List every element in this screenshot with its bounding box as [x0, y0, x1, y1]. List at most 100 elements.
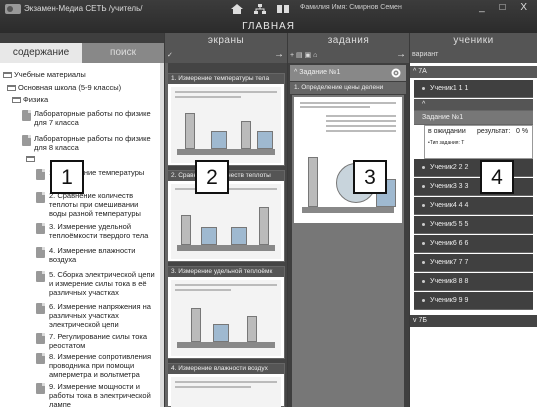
arrow-right-icon[interactable]: → — [396, 49, 406, 60]
tree-item-lab-4[interactable]: 4. Измерение влажности воздуха — [49, 246, 157, 264]
task-type: •Тип задания: Т — [428, 140, 465, 146]
folder-icon — [3, 72, 12, 79]
document-icon — [36, 169, 45, 180]
network-icon[interactable] — [253, 3, 267, 15]
tab-search[interactable]: поиск — [82, 43, 164, 63]
tree-item-lab-9[interactable]: 9. Измерение мощности и работы тока в эл… — [49, 382, 157, 407]
tree-label: Учебные материалы — [14, 70, 86, 79]
tree-item-lab-2[interactable]: 2. Сравнение количеств теплоты при смеши… — [49, 191, 157, 218]
gear-icon[interactable] — [391, 68, 401, 78]
status-text: в ожидании — [428, 128, 466, 135]
screens-header: экраны ✓ → — [165, 33, 287, 63]
lab-image — [171, 87, 281, 163]
screen-thumbnail-1[interactable]: 1. Измерение температуры тела — [167, 73, 285, 166]
student-row[interactable]: Ученик2 2 2 — [414, 159, 533, 177]
screens-title: экраны — [207, 35, 245, 46]
screen-title: 3. Измерение удельной теплоёмк — [168, 267, 284, 277]
result-label: результат: — [477, 128, 511, 135]
screens-panel: экраны ✓ → 1. Измерение температуры тела… — [165, 33, 287, 407]
student-row[interactable]: Ученик6 6 6 — [414, 235, 533, 253]
document-icon — [36, 333, 45, 344]
folder-doc-icon — [22, 135, 31, 146]
student-row[interactable]: Ученик9 9 9 — [414, 292, 533, 310]
student-row[interactable]: Ученик5 5 5 — [414, 216, 533, 234]
tasks-panel: задания + ▤ ▣ ⌂ → ^ Задание №1 1. Опреде… — [288, 33, 409, 407]
tree-item-lab-5[interactable]: 5. Сборка электрической цепи и измерение… — [49, 270, 157, 297]
tree-node-grade8[interactable]: Лабораторные работы по физике для 8 клас… — [34, 134, 158, 152]
tab-content[interactable]: содержание — [0, 43, 82, 63]
student-row[interactable]: Ученик8 8 8 — [414, 273, 533, 291]
status-dot-icon — [422, 203, 425, 207]
student-name: Ученик7 7 7 — [430, 259, 469, 266]
student-name: Ученик3 3 3 — [430, 183, 469, 190]
student-row[interactable]: Ученик3 3 3 — [414, 178, 533, 196]
title-bar: Экзамен-Медиа СЕТЬ /учитель/ Фамилия Имя… — [0, 0, 537, 33]
home-icon[interactable] — [230, 3, 244, 15]
window-controls[interactable]: _ □ X — [479, 2, 533, 13]
student-row[interactable]: Ученик1 1 1 — [414, 80, 533, 98]
status-dot-icon — [422, 184, 425, 188]
student-row[interactable]: Ученик7 7 7 — [414, 254, 533, 272]
status-dot-icon — [422, 222, 425, 226]
student-name: Ученик6 6 6 — [430, 240, 469, 247]
screen-thumbnail-4[interactable]: 4. Измерение влажности воздух — [167, 363, 285, 407]
lab-image — [171, 280, 281, 356]
tree-node-subject[interactable]: Физика — [12, 95, 48, 104]
callout-3: 3 — [353, 160, 387, 194]
arrow-right-icon[interactable]: → — [274, 49, 284, 60]
document-icon — [36, 223, 45, 234]
student-name: Ученик2 2 2 — [430, 164, 469, 171]
tree-node-grade7[interactable]: Лабораторные работы по физике для 7 клас… — [34, 109, 158, 127]
document-icon — [36, 353, 45, 364]
folder-doc-icon — [22, 110, 31, 121]
group-header[interactable]: v 7Б — [410, 315, 537, 327]
student-expand-row[interactable]: ^ — [414, 99, 533, 111]
check-icon[interactable]: ✓ — [167, 51, 173, 59]
lab-image — [171, 184, 281, 259]
task-status-header[interactable]: Задание №1 — [414, 111, 533, 125]
tree-node-root[interactable]: Учебные материалы — [3, 70, 86, 79]
status-dot-icon — [422, 241, 425, 245]
task-subtitle[interactable]: 1. Определение цены делени — [290, 82, 406, 94]
tree-item-lab-6[interactable]: 6. Измерение напряжения на различных уча… — [49, 302, 157, 329]
tree-node-school[interactable]: Основная школа (5-9 классы) — [7, 83, 121, 92]
lab-image — [171, 377, 281, 407]
app-window: Экзамен-Медиа СЕТЬ /учитель/ Фамилия Имя… — [0, 0, 537, 407]
book-icon[interactable] — [276, 3, 290, 15]
main-label: ГЛАВНАЯ — [242, 21, 295, 32]
tree-item-lab-8[interactable]: 8. Измерение сопротивления проводника пр… — [49, 352, 157, 379]
student-name: Ученик1 1 1 — [430, 85, 469, 92]
folder-icon — [26, 156, 35, 162]
document-icon — [36, 303, 45, 314]
student-row[interactable]: Ученик4 4 4 — [414, 197, 533, 215]
screen-title: 1. Измерение температуры тела — [168, 74, 284, 84]
tree-item-lab-7[interactable]: 7. Регулирование силы тока реостатом — [49, 332, 157, 350]
student-name: Ученик9 9 9 — [430, 297, 469, 304]
document-icon — [36, 247, 45, 258]
task-header[interactable]: ^ Задание №1 — [290, 65, 406, 81]
variant-label[interactable]: вариант — [412, 51, 438, 58]
tree-item-lab-3[interactable]: 3. Измерение удельной теплоёмкости тверд… — [49, 222, 157, 240]
group-label: 7Б — [418, 317, 427, 324]
status-dot-icon — [422, 86, 425, 90]
group-header[interactable]: ^ 7А — [410, 66, 537, 78]
students-empty-area — [410, 327, 537, 407]
tasks-toolbar[interactable]: + ▤ ▣ ⌂ — [290, 51, 317, 59]
tab-bar: содержание поиск — [0, 33, 164, 63]
content-tree: Учебные материалы Основная школа (5-9 кл… — [0, 63, 160, 407]
status-dot-icon — [422, 165, 425, 169]
app-logo-icon — [5, 4, 21, 14]
content-panel: содержание поиск Учебные материалы Основ… — [0, 33, 164, 407]
tasks-header: задания + ▤ ▣ ⌂ → — [288, 33, 409, 63]
students-panel: ученики вариант ^ 7А Ученик1 1 1 ^ Задан… — [410, 33, 537, 407]
window-title: Экзамен-Медиа СЕТЬ /учитель/ — [24, 4, 143, 13]
tree-scrollbar[interactable] — [160, 63, 164, 407]
students-header: ученики вариант — [410, 33, 537, 63]
students-title: ученики — [453, 35, 494, 46]
callout-2: 2 — [195, 160, 229, 194]
student-name: Ученик5 5 5 — [430, 221, 469, 228]
user-name: Фамилия Имя: Смирнов Семен — [300, 4, 402, 11]
screen-thumbnail-3[interactable]: 3. Измерение удельной теплоёмк — [167, 266, 285, 359]
document-icon — [36, 271, 45, 282]
status-dot-icon — [422, 260, 425, 264]
